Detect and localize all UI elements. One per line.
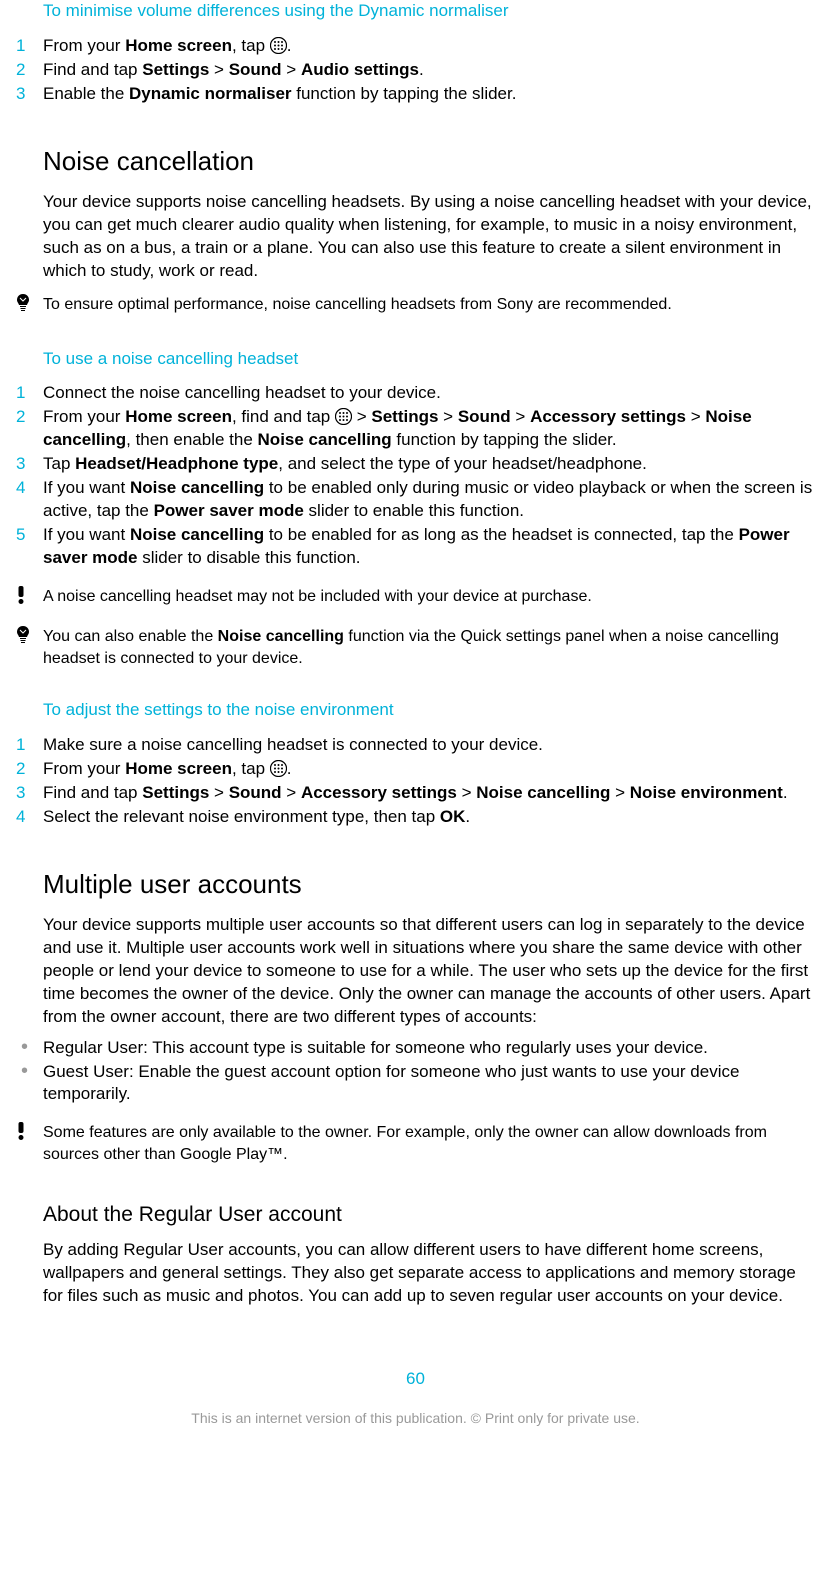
list-item: • Guest User: Enable the guest account o… [8,1061,818,1107]
step-text: Enable the Dynamic normaliser function b… [43,83,818,106]
step-text: From your Home screen, find and tap > Se… [43,406,818,452]
bullet-icon: • [8,1061,43,1107]
warning-text: Some features are only available to the … [43,1122,818,1165]
list-text: Guest User: Enable the guest account opt… [43,1061,818,1107]
step-number: 2 [8,406,43,452]
step-number: 3 [8,453,43,476]
warning-icon [8,586,43,611]
list-item: 1 Connect the noise cancelling headset t… [8,382,818,405]
step-number: 3 [8,83,43,106]
step-text: Select the relevant noise environment ty… [43,806,818,829]
step-text: Make sure a noise cancelling headset is … [43,734,818,757]
step-text: Find and tap Settings > Sound > Accessor… [43,782,818,805]
warning-note: A noise cancelling headset may not be in… [8,586,818,611]
tip-note: You can also enable the Noise cancelling… [8,625,818,669]
step-text: From your Home screen, tap . [43,758,818,781]
apps-grid-icon [335,408,352,425]
paragraph: Your device supports multiple user accou… [43,914,818,1029]
apps-grid-icon [270,37,287,54]
list-item: 1 From your Home screen, tap . [8,35,818,58]
step-number: 2 [8,758,43,781]
step-text: Find and tap Settings > Sound > Audio se… [43,59,818,82]
list-item: • Regular User: This account type is sui… [8,1037,818,1060]
account-types-list: • Regular User: This account type is sui… [8,1037,818,1107]
steps-adjust-noise: 1 Make sure a noise cancelling headset i… [8,734,818,829]
list-item: 2 Find and tap Settings > Sound > Audio … [8,59,818,82]
step-number: 4 [8,477,43,523]
step-number: 5 [8,524,43,570]
step-number: 3 [8,782,43,805]
footer-text: This is an internet version of this publ… [8,1409,823,1428]
page-number: 60 [8,1368,823,1391]
step-text: If you want Noise cancelling to be enabl… [43,477,818,523]
step-text: From your Home screen, tap . [43,35,818,58]
list-item: 5 If you want Noise cancelling to be ena… [8,524,818,570]
section-title-use-headset: To use a noise cancelling headset [43,348,823,371]
steps-use-headset: 1 Connect the noise cancelling headset t… [8,382,818,570]
step-text: Connect the noise cancelling headset to … [43,382,818,405]
tip-note: To ensure optimal performance, noise can… [8,293,818,318]
step-number: 4 [8,806,43,829]
step-number: 1 [8,734,43,757]
apps-grid-icon [270,760,287,777]
tip-icon [8,293,43,318]
step-number: 1 [8,382,43,405]
list-item: 4 Select the relevant noise environment … [8,806,818,829]
steps-dynamic-normaliser: 1 From your Home screen, tap . 2 Find an… [8,35,818,106]
list-text: Regular User: This account type is suita… [43,1037,708,1060]
bullet-icon: • [8,1037,43,1060]
step-number: 2 [8,59,43,82]
paragraph: Your device supports noise cancelling he… [43,191,818,283]
list-item: 4 If you want Noise cancelling to be ena… [8,477,818,523]
warning-text: A noise cancelling headset may not be in… [43,586,818,611]
list-item: 2 From your Home screen, find and tap > … [8,406,818,452]
section-title-dynamic-normaliser: To minimise volume differences using the… [43,0,823,23]
heading-noise-cancellation: Noise cancellation [43,144,823,179]
list-item: 3 Tap Headset/Headphone type, and select… [8,453,818,476]
heading-multiple-users: Multiple user accounts [43,867,823,902]
paragraph: By adding Regular User accounts, you can… [43,1239,818,1308]
tip-text: You can also enable the Noise cancelling… [43,625,818,669]
list-item: 3 Find and tap Settings > Sound > Access… [8,782,818,805]
tip-text: To ensure optimal performance, noise can… [43,293,818,318]
list-item: 1 Make sure a noise cancelling headset i… [8,734,818,757]
list-item: 3 Enable the Dynamic normaliser function… [8,83,818,106]
heading-regular-user: About the Regular User account [43,1201,823,1229]
tip-icon [8,625,43,669]
section-title-adjust-noise: To adjust the settings to the noise envi… [43,699,823,722]
step-text: Tap Headset/Headphone type, and select t… [43,453,818,476]
warning-icon [8,1122,43,1165]
step-text: If you want Noise cancelling to be enabl… [43,524,818,570]
warning-note: Some features are only available to the … [8,1122,818,1165]
list-item: 2 From your Home screen, tap . [8,758,818,781]
step-number: 1 [8,35,43,58]
